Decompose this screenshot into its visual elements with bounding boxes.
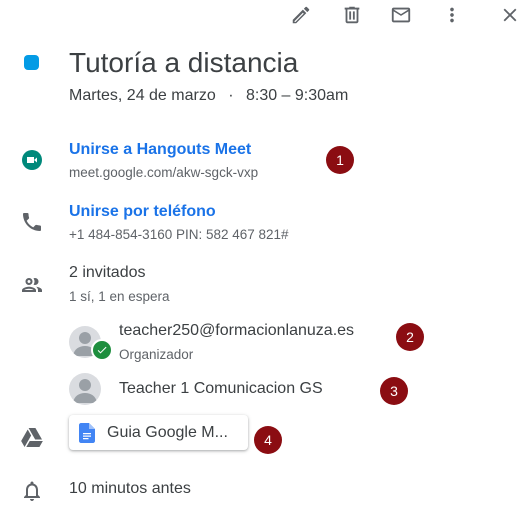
event-datetime: Martes, 24 de marzo · 8:30 – 9:30am bbox=[69, 87, 348, 105]
marker-3: 3 bbox=[380, 377, 408, 405]
people-icon bbox=[20, 273, 44, 297]
marker-2: 2 bbox=[396, 323, 424, 351]
marker-1: 1 bbox=[326, 146, 354, 174]
guest-role: Organizador bbox=[119, 347, 194, 362]
datetime-separator: · bbox=[228, 87, 234, 104]
phone-details: +1 484-854-3160 PIN: 582 467 821# bbox=[69, 227, 289, 242]
meet-url: meet.google.com/akw-sgck-vxp bbox=[69, 165, 259, 180]
event-title: Tutoría a distancia bbox=[69, 47, 299, 78]
marker-4: 4 bbox=[254, 426, 282, 454]
google-drive-icon bbox=[20, 426, 44, 450]
guest-status: 1 sí, 1 en espera bbox=[69, 289, 170, 304]
bell-icon bbox=[20, 479, 44, 503]
accepted-check-icon bbox=[91, 339, 113, 361]
close-icon[interactable] bbox=[499, 4, 517, 26]
notification-time: 10 minutos antes bbox=[69, 480, 191, 497]
event-color-indicator bbox=[24, 55, 39, 70]
trash-icon[interactable] bbox=[341, 4, 363, 26]
google-docs-icon bbox=[79, 422, 95, 443]
phone-icon bbox=[20, 210, 44, 234]
attachment-name: Guia Google M... bbox=[107, 423, 228, 441]
attachment-chip[interactable]: Guia Google M... bbox=[69, 415, 248, 450]
more-vertical-icon[interactable] bbox=[441, 4, 463, 26]
guest-name[interactable]: Teacher 1 Comunicacion GS bbox=[119, 380, 323, 398]
pencil-icon[interactable] bbox=[290, 4, 312, 26]
guest-count: 2 invitados bbox=[69, 264, 146, 281]
event-time: 8:30 – 9:30am bbox=[245, 87, 349, 104]
event-date: Martes, 24 de marzo bbox=[69, 87, 216, 104]
join-phone-link[interactable]: Unirse por teléfono bbox=[69, 203, 216, 221]
avatar bbox=[69, 373, 101, 405]
join-meet-link[interactable]: Unirse a Hangouts Meet bbox=[69, 141, 251, 159]
mail-icon[interactable] bbox=[390, 4, 412, 26]
guest-email[interactable]: teacher250@formacionlanuza.es bbox=[119, 322, 354, 340]
hangouts-meet-icon bbox=[20, 148, 44, 172]
